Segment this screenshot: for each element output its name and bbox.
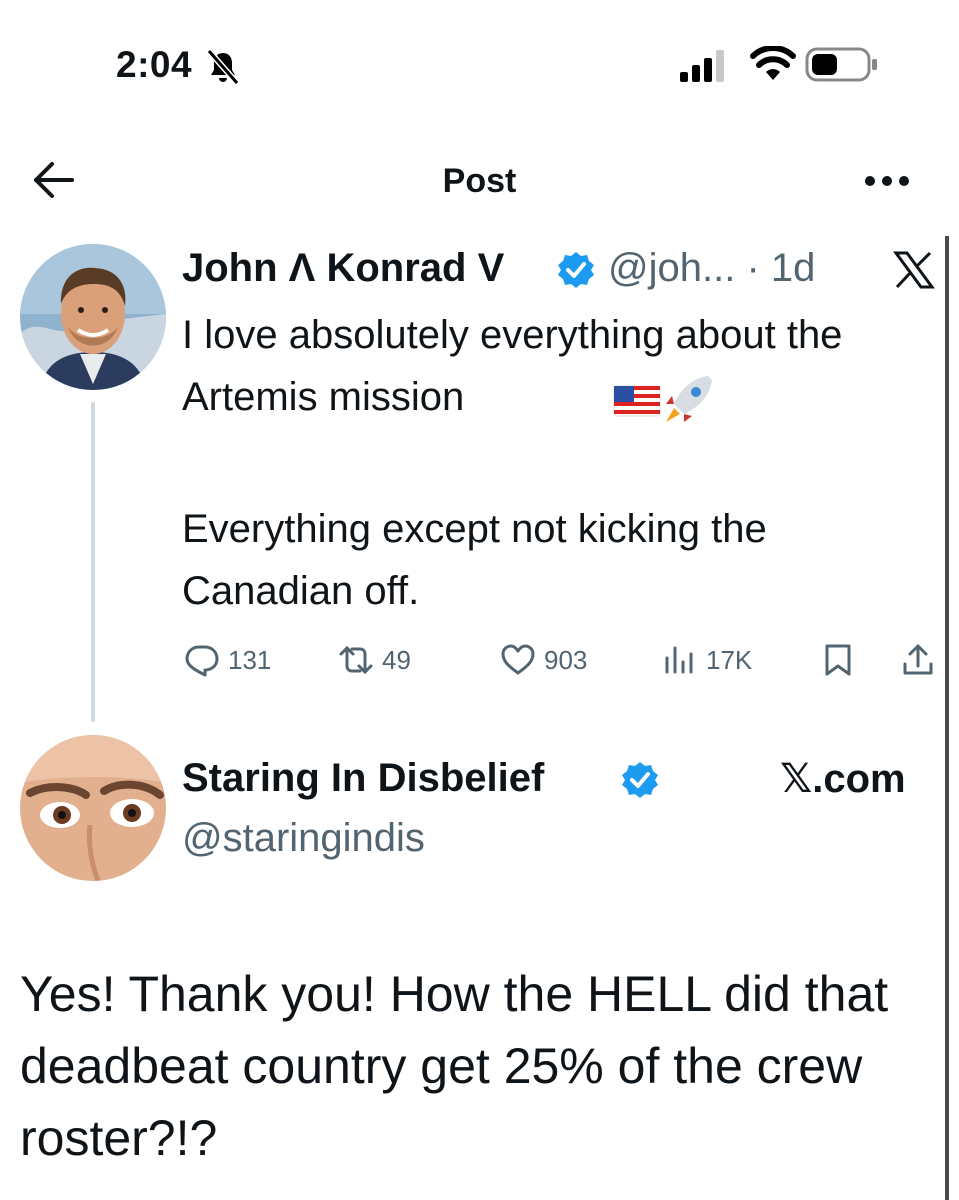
- status-time: 2:04: [116, 44, 193, 85]
- repost-count: 49: [382, 644, 411, 675]
- like-count: 903: [544, 644, 588, 675]
- reply-button[interactable]: 131: [184, 638, 271, 682]
- flag-rocket-emojis: [613, 376, 712, 422]
- share-icon: [903, 644, 933, 675]
- quoted-reply-text: Yes! Thank you! How the HELL did that de…: [20, 966, 889, 1166]
- quoted-handle[interactable]: @staringindis: [182, 816, 425, 861]
- verified-icon: [558, 252, 594, 288]
- us-flag-emoji: [613, 385, 661, 417]
- x-logo-icon: [893, 251, 935, 289]
- signal-icon: [680, 50, 724, 82]
- more-icon[interactable]: [862, 168, 912, 194]
- share-button[interactable]: [900, 638, 936, 682]
- avatar[interactable]: [20, 244, 166, 390]
- avatar[interactable]: [20, 735, 166, 881]
- thread-line: [91, 402, 95, 722]
- tweet-text-second-paragraph: Everything except not kicking the Canadi…: [182, 507, 767, 613]
- like-icon: [501, 644, 535, 675]
- like-button[interactable]: 903: [500, 638, 587, 682]
- page-title: Post: [442, 162, 517, 200]
- rocket-emoji: [666, 376, 712, 422]
- verified-icon: [622, 762, 658, 798]
- bookmark-button[interactable]: [820, 638, 856, 682]
- quoted-author-name[interactable]: Staring In Disbelief: [182, 756, 544, 801]
- view-count: 17K: [706, 644, 753, 675]
- tweet-text: I love absolutely everything about the A…: [182, 313, 843, 419]
- views-button[interactable]: 17K: [662, 638, 752, 682]
- battery-icon: [805, 47, 877, 82]
- x-com-label: 𝕏.com: [780, 757, 906, 801]
- repost-button[interactable]: 49: [338, 638, 411, 682]
- views-icon: [665, 646, 693, 674]
- wifi-icon: [750, 46, 796, 80]
- handle-time[interactable]: @joh... · 1d: [608, 246, 815, 291]
- reply-icon: [185, 645, 219, 677]
- reply-count: 131: [228, 644, 272, 675]
- repost-icon: [339, 645, 373, 675]
- author-name[interactable]: John Λ Konrad V: [182, 246, 504, 291]
- bell-muted-icon: [206, 49, 240, 85]
- bookmark-icon: [825, 644, 851, 676]
- screenshot-edge: [945, 236, 949, 1200]
